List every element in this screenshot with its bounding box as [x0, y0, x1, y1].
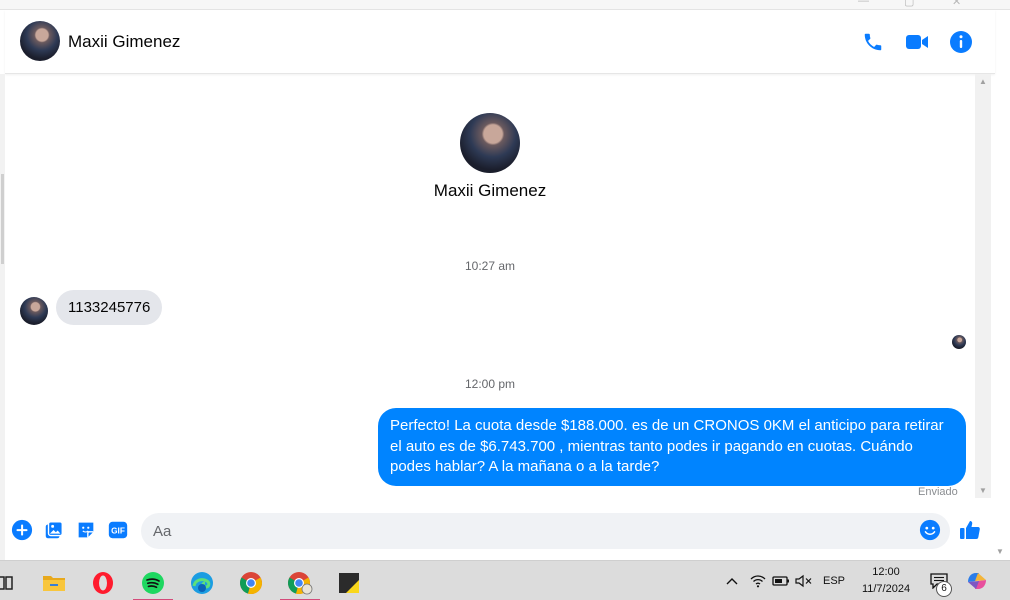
scroll-down-arrow-icon[interactable]: ▼: [978, 486, 988, 496]
outer-scroll-down-arrow-icon[interactable]: ▼: [996, 547, 1004, 556]
svg-text:GIF: GIF: [111, 527, 125, 536]
show-hidden-icons-icon[interactable]: [722, 561, 742, 600]
phone-icon[interactable]: [859, 28, 887, 56]
window-top-strip: — ▢ ✕: [0, 0, 1010, 10]
profile-avatar[interactable]: [460, 113, 520, 173]
photo-icon[interactable]: [42, 518, 66, 542]
edge-icon[interactable]: [180, 565, 224, 600]
sticky-notes-icon[interactable]: [327, 565, 371, 600]
incoming-message-bubble[interactable]: 1133245776: [56, 290, 163, 325]
chrome-icon[interactable]: [229, 565, 273, 600]
opera-icon[interactable]: [81, 565, 125, 600]
task-view-icon[interactable]: [0, 565, 28, 600]
profile-name[interactable]: Maxii Gimenez: [390, 181, 590, 201]
close-icon[interactable]: ✕: [952, 0, 961, 8]
battery-icon[interactable]: [770, 561, 792, 600]
windows-taskbar: ESP 12:00 11/7/2024 6: [0, 560, 1010, 600]
scroll-up-arrow-icon[interactable]: ▲: [978, 77, 988, 87]
spotify-icon[interactable]: [131, 565, 175, 600]
clock-date: 11/7/2024: [861, 583, 911, 595]
conversation-scrollbar[interactable]: ▲ ▼: [975, 74, 991, 498]
thumbs-up-icon[interactable]: [958, 518, 982, 542]
gif-icon[interactable]: GIF: [106, 518, 130, 542]
chrome-profile-icon[interactable]: [278, 565, 322, 600]
outgoing-message-bubble[interactable]: Perfecto! La cuota desde $188.000. es de…: [378, 408, 966, 486]
message-input[interactable]: [141, 513, 950, 549]
read-receipt-avatar: [952, 335, 966, 349]
left-edge-panel: [0, 74, 5, 560]
message-timestamp: 10:27 am: [464, 259, 516, 273]
contact-avatar[interactable]: [20, 21, 60, 61]
system-clock[interactable]: 12:00 11/7/2024: [848, 564, 924, 598]
conversation-header: Maxii Gimenez: [5, 10, 995, 74]
maximize-icon[interactable]: ▢: [904, 0, 914, 8]
minimize-icon[interactable]: —: [858, 0, 869, 7]
file-explorer-icon[interactable]: [32, 565, 76, 600]
sender-avatar[interactable]: [20, 297, 48, 325]
contact-name[interactable]: Maxii Gimenez: [68, 32, 180, 52]
scrollbar-thumb[interactable]: [978, 88, 988, 478]
message-status: Enviado: [918, 486, 958, 498]
language-indicator[interactable]: ESP: [819, 561, 849, 600]
video-camera-icon[interactable]: [903, 28, 931, 56]
info-icon[interactable]: [947, 28, 975, 56]
clock-time: 12:00: [872, 566, 900, 578]
volume-muted-icon[interactable]: [793, 561, 815, 600]
message-composer: GIF: [5, 508, 995, 556]
copilot-icon[interactable]: [962, 561, 992, 600]
wifi-icon[interactable]: [748, 561, 768, 600]
message-timestamp: 12:00 pm: [464, 377, 516, 391]
emoji-icon[interactable]: [918, 518, 942, 542]
sticker-icon[interactable]: [74, 518, 98, 542]
screen: — ▢ ✕ Maxii Gimenez ▲ ▼ Maxii Gimenez 10…: [0, 0, 1010, 600]
notifications-count-badge: 6: [936, 581, 952, 597]
plus-icon[interactable]: [10, 518, 34, 542]
